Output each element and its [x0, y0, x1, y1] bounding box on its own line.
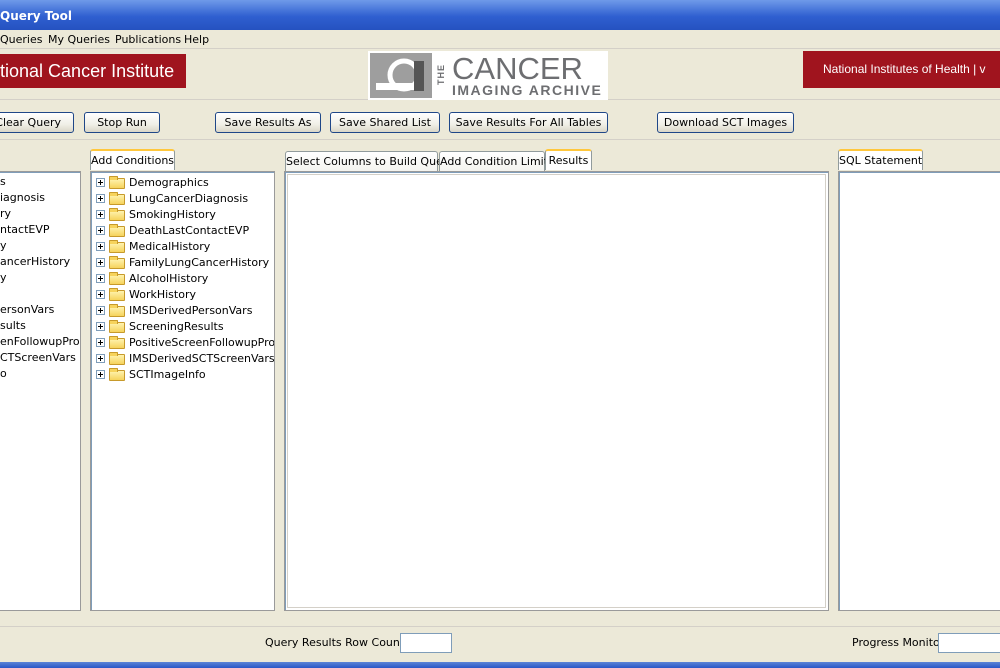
- condition-label: Demographics: [129, 176, 209, 189]
- menu-queries[interactable]: Queries: [0, 33, 42, 46]
- folder-icon: [109, 192, 125, 205]
- folder-icon: [109, 256, 125, 269]
- expand-icon[interactable]: [96, 178, 105, 187]
- expand-icon[interactable]: [96, 370, 105, 379]
- expand-icon[interactable]: [96, 274, 105, 283]
- conditions-tree-panel: Demographics LungCancerDiagnosis SmokingHi…: [90, 171, 275, 611]
- folder-icon: [109, 224, 125, 237]
- folder-icon: [109, 240, 125, 253]
- results-area[interactable]: [287, 174, 826, 608]
- row-count-field[interactable]: [400, 633, 452, 653]
- folder-icon: [109, 336, 125, 349]
- tab-sql-statement[interactable]: SQL Statement: [838, 149, 923, 170]
- menu-help[interactable]: Help: [184, 33, 209, 46]
- save-results-as-button[interactable]: Save Results As: [215, 112, 321, 133]
- folder-icon: [109, 176, 125, 189]
- status-bar: [0, 626, 1000, 662]
- expand-icon[interactable]: [96, 306, 105, 315]
- tab-add-conditions[interactable]: Add Conditions: [90, 149, 175, 170]
- save-results-all-tables-button[interactable]: Save Results For All Tables: [449, 112, 608, 133]
- table-list-item[interactable]: y: [0, 270, 7, 286]
- folder-icon: [109, 368, 125, 381]
- expand-icon[interactable]: [96, 210, 105, 219]
- table-list-item[interactable]: ancerHistory: [0, 254, 70, 270]
- menu-my-queries[interactable]: My Queries: [48, 33, 110, 46]
- nci-logo: National Cancer Institute: [0, 54, 186, 88]
- folder-icon: [109, 304, 125, 317]
- expand-icon[interactable]: [96, 226, 105, 235]
- condition-label: FamilyLungCancerHistory: [129, 256, 270, 269]
- nci-logo-text: National Cancer Institute: [0, 61, 175, 81]
- table-list-item[interactable]: enFollowupProcs: [0, 334, 80, 350]
- scanner-icon: [370, 53, 432, 98]
- expand-icon[interactable]: [96, 258, 105, 267]
- menu-bar: Queries My Queries Publications Help: [0, 30, 1000, 49]
- clear-query-button[interactable]: Clear Query: [0, 112, 74, 133]
- table-list-item[interactable]: ntactEVP: [0, 222, 50, 238]
- expand-icon[interactable]: [96, 354, 105, 363]
- folder-icon: [109, 320, 125, 333]
- folder-icon: [109, 352, 125, 365]
- table-list-item[interactable]: ry: [0, 206, 11, 222]
- condition-label: ScreeningResults: [129, 320, 224, 333]
- folder-icon: [109, 208, 125, 221]
- condition-label: DeathLastContactEVP: [129, 224, 250, 237]
- window-title-bar: Query Tool: [0, 0, 1000, 30]
- table-list-item[interactable]: o: [0, 366, 7, 382]
- nih-logo: National Institutes of Health | v: [803, 51, 1000, 88]
- save-shared-list-button[interactable]: Save Shared List: [330, 112, 440, 133]
- folder-icon: [109, 272, 125, 285]
- condition-label: IMSDerivedSCTScreenVars: [129, 352, 275, 365]
- table-list-item[interactable]: iagnosis: [0, 190, 45, 206]
- expand-icon[interactable]: [96, 242, 105, 251]
- condition-label: AlcoholHistory: [129, 272, 209, 285]
- tab-add-condition-limits[interactable]: Add Condition Limits: [439, 151, 554, 172]
- expand-icon[interactable]: [96, 290, 105, 299]
- download-sct-images-button[interactable]: Download SCT Images: [657, 112, 794, 133]
- expand-icon[interactable]: [96, 322, 105, 331]
- condition-label: WorkHistory: [129, 288, 196, 301]
- stop-run-button[interactable]: Stop Run: [84, 112, 160, 133]
- nih-logo-text: National Institutes of Health | v: [823, 62, 986, 76]
- tcia-logo: THE CANCER IMAGING ARCHIVE: [368, 51, 608, 100]
- tcia-the-text: THE: [436, 64, 446, 86]
- progress-monitor-label: Progress Monitor: [852, 636, 945, 649]
- results-panel: [284, 171, 829, 611]
- table-list-item[interactable]: ersonVars: [0, 302, 54, 318]
- condition-label: MedicalHistory: [129, 240, 211, 253]
- progress-monitor-bar: [938, 633, 1000, 653]
- tab-select-columns[interactable]: Select Columns to Build Query: [285, 151, 454, 172]
- sql-statement-panel[interactable]: [838, 171, 1000, 611]
- folder-icon: [109, 288, 125, 301]
- tcia-archive-text: IMAGING ARCHIVE: [452, 82, 603, 98]
- condition-label: IMSDerivedPersonVars: [129, 304, 253, 317]
- condition-label: SCTImageInfo: [129, 368, 206, 381]
- menu-publications[interactable]: Publications: [115, 33, 181, 46]
- row-count-label: Query Results Row Count: [265, 636, 405, 649]
- tab-results[interactable]: Results: [545, 149, 592, 170]
- tables-panel: s iagnosis ry ntactEVP y ancerHistory y ersonVa…: [0, 171, 81, 611]
- window-title: Query Tool: [0, 9, 72, 23]
- condition-label: LungCancerDiagnosis: [129, 192, 249, 205]
- table-list-item[interactable]: y: [0, 238, 7, 254]
- expand-icon[interactable]: [96, 338, 105, 347]
- table-list-item[interactable]: s: [0, 174, 6, 190]
- window-bottom-edge: [0, 662, 1000, 668]
- expand-icon[interactable]: [96, 194, 105, 203]
- condition-label: SmokingHistory: [129, 208, 216, 221]
- condition-label: PositiveScreenFollowupProcs: [129, 336, 275, 349]
- table-list-item[interactable]: CTScreenVars: [0, 350, 76, 366]
- table-list-item[interactable]: sults: [0, 318, 26, 334]
